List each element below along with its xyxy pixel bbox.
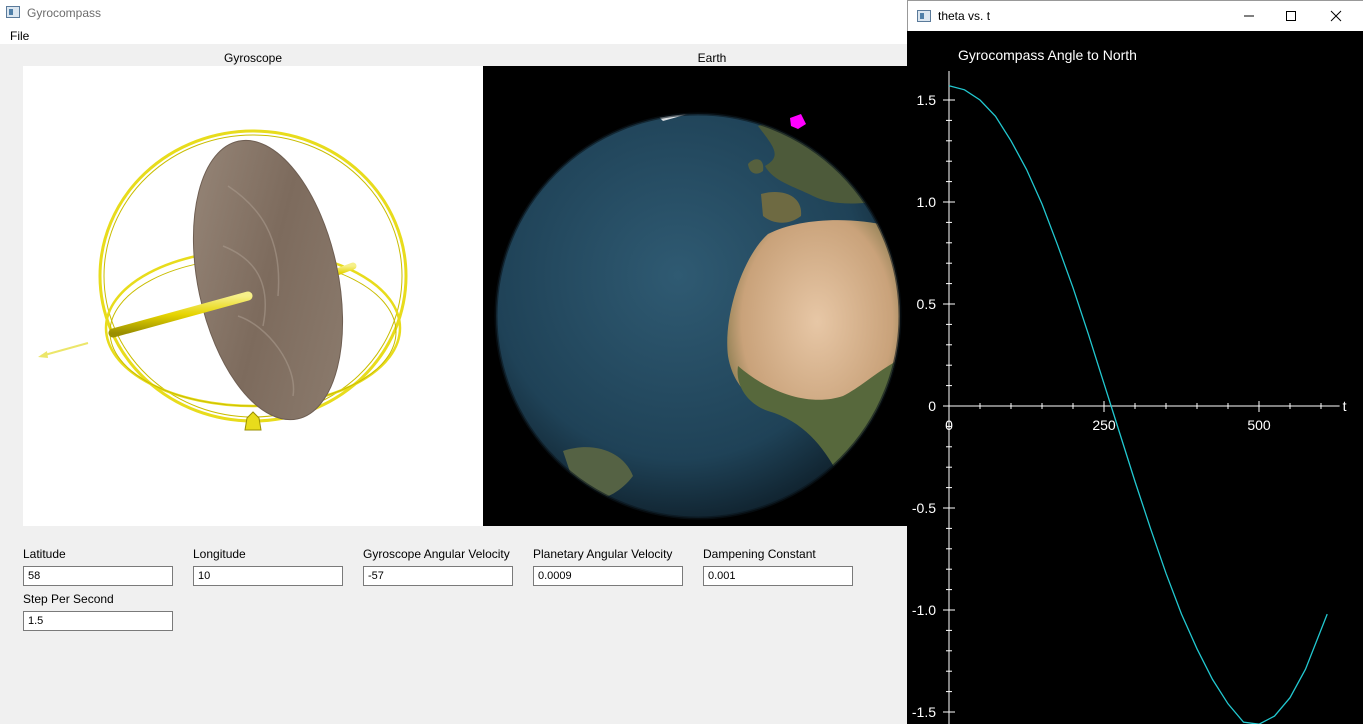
plot-titlebar[interactable]: theta vs. t [907, 0, 1363, 31]
location-marker [790, 114, 806, 129]
minimize-button[interactable] [1226, 1, 1272, 31]
minimize-icon [1244, 15, 1254, 17]
x-tick-label: 500 [1247, 417, 1271, 433]
dampening-label: Dampening Constant [703, 547, 816, 561]
close-icon [1330, 10, 1342, 22]
window-title: Gyrocompass [27, 6, 102, 20]
y-tick-label: 1.0 [917, 194, 937, 210]
longitude-field[interactable] [193, 566, 343, 586]
gyroscope-view[interactable] [23, 66, 483, 526]
planetary-velocity-label: Planetary Angular Velocity [533, 547, 673, 561]
menu-file[interactable]: File [10, 29, 29, 43]
earth-view[interactable] [483, 66, 907, 526]
planetary-velocity-field[interactable] [533, 566, 683, 586]
y-tick-label: 0.5 [917, 296, 937, 312]
earth-label: Earth [697, 51, 727, 65]
step-field[interactable] [23, 611, 173, 631]
chart-title: Gyrocompass Angle to North [958, 47, 1137, 63]
series-line-0 [948, 85, 1328, 724]
maximize-button[interactable] [1268, 1, 1314, 31]
x-tick-label: 250 [1092, 417, 1116, 433]
latitude-field[interactable] [23, 566, 173, 586]
gyro-velocity-label: Gyroscope Angular Velocity [363, 547, 510, 561]
x-axis-label: t [1343, 398, 1347, 414]
step-label: Step Per Second [23, 592, 114, 606]
y-tick-label: -1.5 [912, 704, 936, 720]
north-arrow [40, 342, 89, 357]
plot-window: theta vs. t Gyrocompass Angle to North 0 2… [907, 0, 1363, 724]
gyro-stand [244, 411, 262, 431]
y-tick-label: 0 [928, 398, 936, 414]
gyro-velocity-field[interactable] [363, 566, 513, 586]
close-button[interactable] [1313, 1, 1359, 31]
y-tick-label: 1.5 [917, 92, 937, 108]
gyroscope-label: Gyroscope [223, 51, 283, 65]
gyro-disk [192, 139, 344, 421]
plot-app-icon [917, 10, 931, 22]
x-tick-label: 0 [945, 417, 953, 433]
dampening-field[interactable] [703, 566, 853, 586]
maximize-icon [1286, 11, 1296, 21]
latitude-label: Latitude [23, 547, 66, 561]
y-tick-label: -0.5 [912, 500, 936, 516]
longitude-label: Longitude [193, 547, 246, 561]
y-tick-label: -1.0 [912, 602, 936, 618]
app-icon [6, 6, 20, 18]
plot-window-title: theta vs. t [938, 9, 991, 23]
theta-plot: Gyrocompass Angle to North 0 250 500 t 1.5 1.0… [912, 47, 1347, 724]
menubar: File [0, 26, 907, 44]
gyroscope-scene [38, 129, 408, 431]
earth-scene [494, 112, 902, 520]
